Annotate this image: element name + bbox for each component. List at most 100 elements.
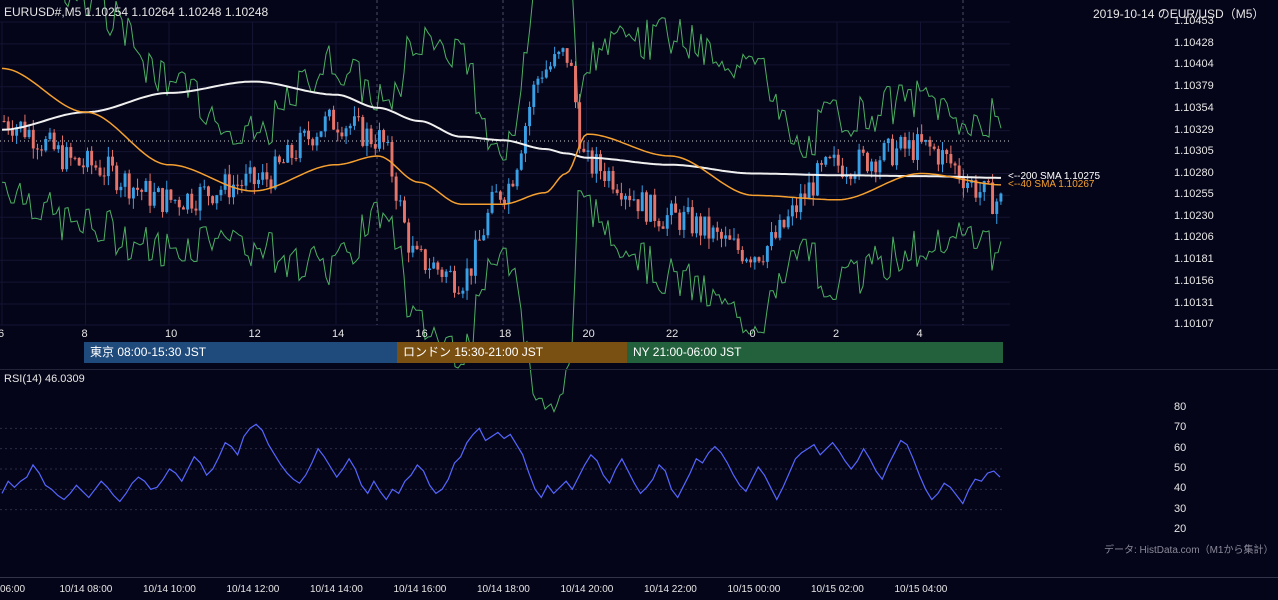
candle-down [795, 205, 799, 213]
candle-down [169, 189, 173, 200]
candle-down [674, 203, 678, 213]
price-tick-label: 1.10354 [1174, 101, 1214, 114]
candle-down [903, 136, 907, 149]
candle-up [899, 136, 903, 149]
candle-down [949, 154, 953, 164]
candle-down [644, 192, 648, 222]
candle-down [206, 186, 210, 197]
candle-down [111, 156, 114, 166]
candle-down [357, 116, 361, 118]
candle-up [966, 182, 970, 189]
time-tick-label: 10/15 00:00 [727, 584, 781, 595]
candle-up [870, 161, 874, 172]
candle-up [348, 125, 352, 129]
candle-down [23, 121, 27, 138]
hour-tick-label: 22 [666, 328, 679, 340]
candle-down [582, 148, 586, 152]
candle-down [757, 257, 761, 262]
rsi-path [1, 423, 1001, 505]
candle-up [941, 150, 944, 165]
price-tick-label: 1.10230 [1174, 210, 1214, 223]
candle-down [920, 134, 924, 142]
rsi-tick-label: 20 [1174, 523, 1187, 535]
candle-up [223, 174, 227, 190]
candle-up [694, 216, 698, 234]
candle-up [665, 215, 669, 229]
candle-up [244, 173, 248, 186]
time-tick-label: 10/14 08:00 [59, 584, 113, 595]
candle-down [394, 176, 398, 201]
candle-up [428, 268, 431, 271]
candle-up [549, 66, 552, 70]
candle-up [607, 170, 611, 181]
candle-up [386, 141, 390, 143]
price-tick-label: 1.10428 [1174, 36, 1214, 49]
candle-up [878, 160, 882, 173]
candle-up [365, 128, 369, 146]
candle-down [836, 154, 840, 166]
lower-band [1, 181, 1002, 414]
candle-down [390, 141, 394, 177]
time-tick-label: 10/14 18:00 [477, 584, 530, 595]
candle-down [891, 138, 894, 166]
time-tick-label: 10/14 16:00 [393, 584, 447, 595]
candle-up [319, 131, 323, 137]
candle-up [519, 153, 523, 170]
time-tick-label: 10/15 02:00 [811, 584, 864, 595]
candle-up [465, 268, 469, 291]
candle-down [932, 146, 936, 149]
candle-down [403, 200, 406, 223]
candle-up [536, 78, 540, 85]
price-tick-label: 1.10280 [1174, 166, 1214, 179]
time-axis-line [0, 577, 1278, 578]
candle-up [219, 189, 223, 196]
candle-up [540, 77, 544, 79]
candle-up [186, 193, 190, 210]
candle-down [6, 121, 10, 130]
price-tick-label: 1.10379 [1174, 79, 1214, 92]
candle-down [190, 193, 194, 209]
time-tick-label: 10/15 04:00 [894, 584, 948, 595]
candle-up [86, 150, 89, 168]
candle-down [690, 207, 694, 234]
rsi-grid [0, 427, 1005, 511]
candle-up [978, 192, 982, 198]
candle-up [486, 212, 490, 236]
symbol-info: EURUSD#,M5 1.10254 1.10264 1.10248 1.102… [4, 5, 269, 19]
hour-tick-label: 10 [165, 328, 178, 340]
candle-up [152, 191, 156, 206]
hour-tick-label: 4 [916, 328, 923, 340]
candle-down [865, 152, 869, 172]
candle-up [315, 136, 319, 146]
candle-down [565, 48, 569, 63]
candle-up [886, 138, 890, 144]
candle-up [515, 169, 519, 187]
rsi-label: RSI(14) 46.0309 [4, 373, 85, 385]
source-note: データ: HistData.com（M1から集計） [1104, 545, 1274, 556]
candle-down [440, 269, 444, 277]
candle-down [911, 140, 915, 160]
rsi-tick-label: 70 [1174, 421, 1187, 434]
candle-up [561, 48, 565, 52]
candle-up [882, 143, 886, 161]
price-tick-label: 1.10181 [1174, 253, 1214, 266]
candle-down [599, 154, 602, 172]
candle-down [240, 185, 244, 187]
candle-down [77, 157, 81, 166]
candle-down [282, 162, 285, 164]
candle-down [774, 232, 778, 238]
candle-down [423, 249, 427, 271]
time-tick-label: 10/14 10:00 [143, 584, 196, 595]
candle-up [106, 156, 110, 177]
candle-down [657, 220, 661, 227]
candle-down [574, 65, 577, 103]
candle-up [586, 150, 590, 152]
candle-down [236, 184, 240, 186]
candle-up [832, 154, 836, 158]
candle-up [123, 173, 127, 187]
rsi-tick-label: 40 [1174, 482, 1187, 495]
candle-up [669, 203, 673, 216]
candle-down [820, 163, 824, 165]
candle-up [807, 182, 811, 199]
candle-down [340, 132, 344, 137]
